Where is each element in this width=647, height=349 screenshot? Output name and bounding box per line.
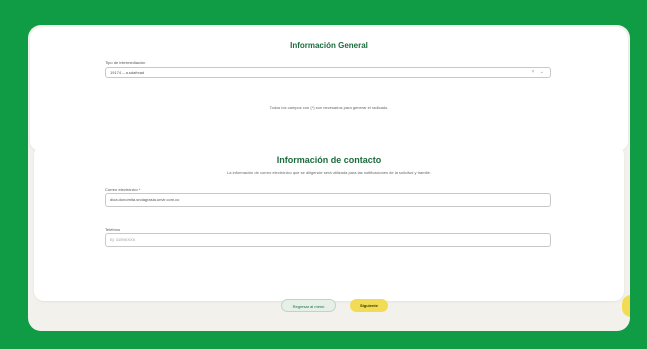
- general-info-card: Información General Tipo de intermediaci…: [30, 27, 628, 151]
- request-type-select[interactable]: 19174 – a.sdafrxad × ⌄: [105, 67, 551, 78]
- email-field[interactable]: dioa.donomita.sndagrasia.unvir.com.co: [105, 193, 551, 207]
- help-fab-button[interactable]: [622, 295, 630, 317]
- required-fields-note: Todos los campos con (*) son necesarios …: [269, 105, 389, 110]
- app-frame: Información General Tipo de intermediaci…: [28, 25, 630, 331]
- back-to-menu-button[interactable]: Regresar al menú: [281, 299, 336, 312]
- request-type-value: 19174 – a.sdafrxad: [110, 70, 145, 75]
- contact-info-title: Información de contacto: [276, 155, 382, 165]
- chevron-down-icon[interactable]: ⌄: [540, 69, 546, 75]
- request-type-label: Tipo de intermediación: [105, 60, 146, 65]
- contact-info-subtitle: La información de correo electrónico que…: [227, 170, 431, 175]
- contact-info-card: Información de contacto La información d…: [34, 145, 624, 301]
- next-button[interactable]: Siguiente: [350, 299, 388, 312]
- email-value: dioa.donomita.sndagrasia.unvir.com.co: [110, 197, 180, 202]
- general-info-title: Información General: [290, 41, 368, 50]
- email-label: Correo electrónico *: [105, 187, 141, 192]
- phone-placeholder: Ej: 3159XXXX: [110, 237, 136, 242]
- clear-icon[interactable]: ×: [531, 69, 536, 75]
- phone-label: Teléfono: [105, 227, 121, 232]
- phone-field[interactable]: Ej: 3159XXXX: [105, 233, 551, 247]
